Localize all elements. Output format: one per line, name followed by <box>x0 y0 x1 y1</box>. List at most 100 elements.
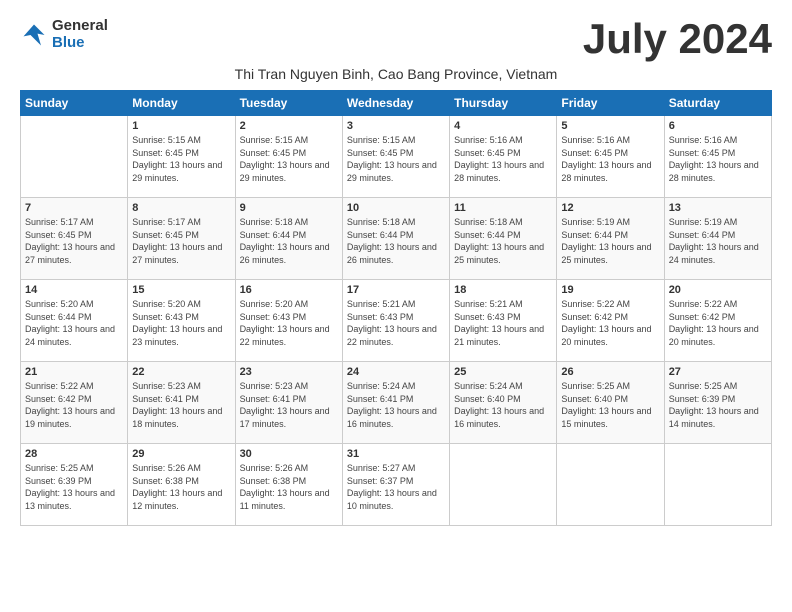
page: General Blue July 2024 Thi Tran Nguyen B… <box>0 0 792 536</box>
day-info: Sunrise: 5:17 AM Sunset: 6:45 PM Dayligh… <box>25 216 123 266</box>
day-number: 10 <box>347 202 445 214</box>
day-info: Sunrise: 5:15 AM Sunset: 6:45 PM Dayligh… <box>240 134 338 184</box>
day-cell <box>664 444 771 526</box>
col-wednesday: Wednesday <box>342 91 449 116</box>
day-cell: 28 Sunrise: 5:25 AM Sunset: 6:39 PM Dayli… <box>21 444 128 526</box>
logo-icon <box>20 21 48 49</box>
day-info: Sunrise: 5:15 AM Sunset: 6:45 PM Dayligh… <box>347 134 445 184</box>
day-info: Sunrise: 5:23 AM Sunset: 6:41 PM Dayligh… <box>132 380 230 430</box>
week-row-1: 1Sunrise: 5:15 AM Sunset: 6:45 PM Daylig… <box>21 116 772 198</box>
day-number: 12 <box>561 202 659 214</box>
day-cell: 3 Sunrise: 5:15 AM Sunset: 6:45 PM Daylig… <box>342 116 449 198</box>
day-cell: 26Sunrise: 5:25 AM Sunset: 6:40 PM Dayli… <box>557 362 664 444</box>
day-cell: 31 Sunrise: 5:27 AM Sunset: 6:37 PM Dayli… <box>342 444 449 526</box>
day-number: 18 <box>454 284 552 296</box>
day-number: 16 <box>240 284 338 296</box>
day-info: Sunrise: 5:26 AM Sunset: 6:38 PM Dayligh… <box>240 462 338 512</box>
day-cell: 29Sunrise: 5:26 AM Sunset: 6:38 PM Dayli… <box>128 444 235 526</box>
header-row: Sunday Monday Tuesday Wednesday Thursday… <box>21 91 772 116</box>
day-info: Sunrise: 5:16 AM Sunset: 6:45 PM Dayligh… <box>561 134 659 184</box>
logo-blue: Blue <box>52 35 108 52</box>
day-cell: 25 Sunrise: 5:24 AM Sunset: 6:40 PM Dayli… <box>450 362 557 444</box>
day-number: 27 <box>669 366 767 378</box>
day-number: 30 <box>240 448 338 460</box>
day-info: Sunrise: 5:21 AM Sunset: 6:43 PM Dayligh… <box>347 298 445 348</box>
day-number: 5 <box>561 120 659 132</box>
week-row-2: 7 Sunrise: 5:17 AM Sunset: 6:45 PM Daylig… <box>21 198 772 280</box>
logo-general: General <box>52 18 108 35</box>
day-cell: 27 Sunrise: 5:25 AM Sunset: 6:39 PM Dayli… <box>664 362 771 444</box>
day-info: Sunrise: 5:23 AM Sunset: 6:41 PM Dayligh… <box>240 380 338 430</box>
day-info: Sunrise: 5:16 AM Sunset: 6:45 PM Dayligh… <box>454 134 552 184</box>
day-cell: 9Sunrise: 5:18 AM Sunset: 6:44 PM Daylig… <box>235 198 342 280</box>
day-cell: 5 Sunrise: 5:16 AM Sunset: 6:45 PM Daylig… <box>557 116 664 198</box>
day-number: 4 <box>454 120 552 132</box>
day-info: Sunrise: 5:18 AM Sunset: 6:44 PM Dayligh… <box>347 216 445 266</box>
day-info: Sunrise: 5:22 AM Sunset: 6:42 PM Dayligh… <box>669 298 767 348</box>
day-info: Sunrise: 5:16 AM Sunset: 6:45 PM Dayligh… <box>669 134 767 184</box>
day-info: Sunrise: 5:17 AM Sunset: 6:45 PM Dayligh… <box>132 216 230 266</box>
header: General Blue July 2024 <box>20 18 772 60</box>
day-info: Sunrise: 5:24 AM Sunset: 6:41 PM Dayligh… <box>347 380 445 430</box>
day-cell: 11Sunrise: 5:18 AM Sunset: 6:44 PM Dayli… <box>450 198 557 280</box>
day-info: Sunrise: 5:25 AM Sunset: 6:39 PM Dayligh… <box>669 380 767 430</box>
day-info: Sunrise: 5:21 AM Sunset: 6:43 PM Dayligh… <box>454 298 552 348</box>
day-number: 28 <box>25 448 123 460</box>
day-number: 14 <box>25 284 123 296</box>
day-cell: 10 Sunrise: 5:18 AM Sunset: 6:44 PM Dayli… <box>342 198 449 280</box>
day-cell <box>21 116 128 198</box>
col-saturday: Saturday <box>664 91 771 116</box>
day-cell <box>557 444 664 526</box>
day-cell: 22Sunrise: 5:23 AM Sunset: 6:41 PM Dayli… <box>128 362 235 444</box>
col-monday: Monday <box>128 91 235 116</box>
day-cell: 20 Sunrise: 5:22 AM Sunset: 6:42 PM Dayli… <box>664 280 771 362</box>
day-cell: 18 Sunrise: 5:21 AM Sunset: 6:43 PM Dayli… <box>450 280 557 362</box>
day-number: 8 <box>132 202 230 214</box>
day-info: Sunrise: 5:25 AM Sunset: 6:39 PM Dayligh… <box>25 462 123 512</box>
day-info: Sunrise: 5:24 AM Sunset: 6:40 PM Dayligh… <box>454 380 552 430</box>
week-row-3: 14 Sunrise: 5:20 AM Sunset: 6:44 PM Dayli… <box>21 280 772 362</box>
day-cell: 16 Sunrise: 5:20 AM Sunset: 6:43 PM Dayli… <box>235 280 342 362</box>
day-number: 31 <box>347 448 445 460</box>
day-info: Sunrise: 5:19 AM Sunset: 6:44 PM Dayligh… <box>669 216 767 266</box>
day-cell: 4 Sunrise: 5:16 AM Sunset: 6:45 PM Daylig… <box>450 116 557 198</box>
day-number: 15 <box>132 284 230 296</box>
day-number: 7 <box>25 202 123 214</box>
day-cell: 2 Sunrise: 5:15 AM Sunset: 6:45 PM Daylig… <box>235 116 342 198</box>
day-number: 24 <box>347 366 445 378</box>
day-cell: 12Sunrise: 5:19 AM Sunset: 6:44 PM Dayli… <box>557 198 664 280</box>
day-info: Sunrise: 5:22 AM Sunset: 6:42 PM Dayligh… <box>25 380 123 430</box>
day-number: 21 <box>25 366 123 378</box>
day-number: 6 <box>669 120 767 132</box>
day-cell: 8 Sunrise: 5:17 AM Sunset: 6:45 PM Daylig… <box>128 198 235 280</box>
day-number: 20 <box>669 284 767 296</box>
day-info: Sunrise: 5:20 AM Sunset: 6:43 PM Dayligh… <box>240 298 338 348</box>
week-row-4: 21 Sunrise: 5:22 AM Sunset: 6:42 PM Dayli… <box>21 362 772 444</box>
day-number: 17 <box>347 284 445 296</box>
day-number: 2 <box>240 120 338 132</box>
day-cell: 23 Sunrise: 5:23 AM Sunset: 6:41 PM Dayli… <box>235 362 342 444</box>
day-cell: 6 Sunrise: 5:16 AM Sunset: 6:45 PM Daylig… <box>664 116 771 198</box>
day-number: 3 <box>347 120 445 132</box>
day-number: 25 <box>454 366 552 378</box>
day-number: 13 <box>669 202 767 214</box>
day-info: Sunrise: 5:20 AM Sunset: 6:43 PM Dayligh… <box>132 298 230 348</box>
col-thursday: Thursday <box>450 91 557 116</box>
day-cell: 19Sunrise: 5:22 AM Sunset: 6:42 PM Dayli… <box>557 280 664 362</box>
day-cell: 7 Sunrise: 5:17 AM Sunset: 6:45 PM Daylig… <box>21 198 128 280</box>
day-cell: 13 Sunrise: 5:19 AM Sunset: 6:44 PM Dayli… <box>664 198 771 280</box>
subtitle: Thi Tran Nguyen Binh, Cao Bang Province,… <box>20 66 772 82</box>
day-info: Sunrise: 5:20 AM Sunset: 6:44 PM Dayligh… <box>25 298 123 348</box>
day-number: 11 <box>454 202 552 214</box>
day-cell <box>450 444 557 526</box>
col-sunday: Sunday <box>21 91 128 116</box>
logo: General Blue <box>20 18 108 51</box>
col-tuesday: Tuesday <box>235 91 342 116</box>
day-info: Sunrise: 5:27 AM Sunset: 6:37 PM Dayligh… <box>347 462 445 512</box>
day-cell: 14 Sunrise: 5:20 AM Sunset: 6:44 PM Dayli… <box>21 280 128 362</box>
day-info: Sunrise: 5:15 AM Sunset: 6:45 PM Dayligh… <box>132 134 230 184</box>
calendar-body: 1Sunrise: 5:15 AM Sunset: 6:45 PM Daylig… <box>21 116 772 526</box>
day-info: Sunrise: 5:25 AM Sunset: 6:40 PM Dayligh… <box>561 380 659 430</box>
week-row-5: 28 Sunrise: 5:25 AM Sunset: 6:39 PM Dayli… <box>21 444 772 526</box>
day-number: 23 <box>240 366 338 378</box>
